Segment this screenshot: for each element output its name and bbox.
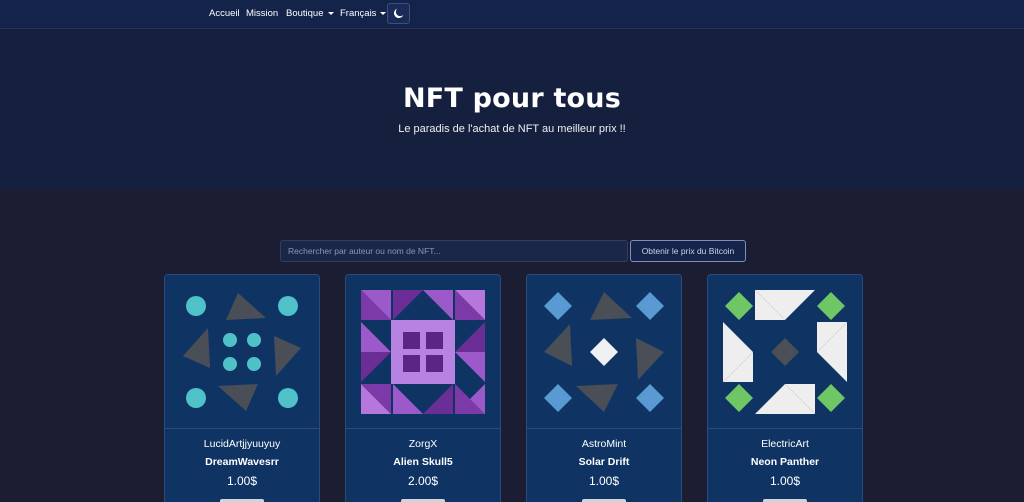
nav-dropdown-boutique[interactable]: Boutique (286, 8, 334, 19)
nft-price: 1.00$ (226, 474, 258, 488)
nft-art-image (708, 275, 862, 429)
nft-price: 1.00$ (588, 474, 620, 488)
identicon-cyan-circles (183, 293, 301, 411)
nft-art-image (165, 275, 319, 429)
hero-title: NFT pour tous (402, 83, 622, 114)
nft-name: Neon Panther (750, 456, 820, 468)
nav-link-mission[interactable]: Mission (246, 8, 278, 19)
moon-icon (393, 8, 404, 19)
navbar: Accueil Mission Boutique Français (0, 0, 1024, 29)
caret-down-icon (327, 11, 334, 15)
nft-card[interactable]: ElectricArt Neon Panther 1.00$ (707, 274, 863, 502)
nav-dropdown-label: Français (340, 8, 377, 19)
nft-price: 2.00$ (407, 474, 439, 488)
hero-subtitle: Le paradis de l'achat de NFT au meilleur… (398, 123, 626, 135)
nft-card[interactable]: ZorgX Alien Skull5 2.00$ (345, 274, 501, 502)
nav-link-accueil[interactable]: Accueil (209, 8, 240, 19)
nft-card[interactable]: AstroMint Solar Drift 1.00$ (526, 274, 682, 502)
nft-author: AstroMint (581, 438, 627, 450)
nft-price: 1.00$ (769, 474, 801, 488)
identicon-purple-grid (361, 290, 485, 414)
nav-dropdown-label: Boutique (286, 8, 324, 19)
nft-art-image (346, 275, 500, 429)
identicon-green-white-triangles (723, 290, 847, 414)
theme-toggle-button[interactable] (387, 3, 410, 24)
hero-banner: NFT pour tous Le paradis de l'achat de N… (0, 30, 1024, 189)
nft-name: DreamWavesrr (205, 456, 279, 468)
identicon-blue-diamonds (544, 292, 664, 412)
caret-down-icon (380, 11, 387, 15)
nft-card[interactable]: LucidArtjjyuuyuy DreamWavesrr 1.00$ (164, 274, 320, 502)
nft-author: ElectricArt (761, 438, 809, 450)
nft-name: Solar Drift (578, 456, 630, 468)
bitcoin-price-button[interactable]: Obtenir le prix du Bitcoin (630, 240, 746, 262)
nft-art-image (527, 275, 681, 429)
nft-author: ZorgX (408, 438, 438, 450)
nft-author: LucidArtjjyuuyuy (203, 438, 281, 450)
search-input[interactable] (280, 240, 628, 262)
nav-dropdown-language[interactable]: Français (340, 8, 387, 19)
nft-name: Alien Skull5 (393, 456, 453, 468)
